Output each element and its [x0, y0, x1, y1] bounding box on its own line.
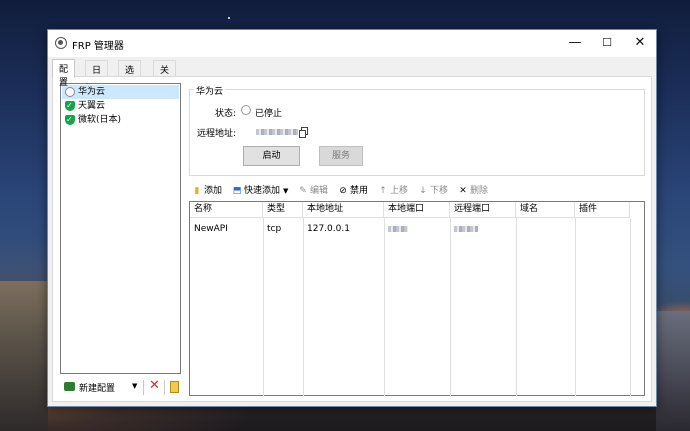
cell-remote-port-redacted — [454, 226, 478, 232]
column-header-local-port[interactable]: 本地端口 — [384, 202, 450, 218]
disable-label: 禁用 — [350, 186, 369, 196]
column-divider — [516, 218, 517, 396]
quick-add-icon: ⬒ — [232, 186, 242, 196]
toolbar-separator — [164, 380, 165, 395]
tab-config[interactable]: 配置 — [52, 59, 76, 88]
desktop-hill-left — [0, 281, 48, 431]
cell-local-port-redacted — [388, 226, 408, 232]
maximize-button[interactable]: ☐ — [591, 30, 623, 57]
config-item-huaweiyun[interactable]: 华为云 — [62, 85, 179, 99]
tab-options[interactable]: 选项 — [118, 60, 142, 89]
stopped-circle-icon — [65, 87, 75, 97]
delete-proxy-button[interactable]: ✕ 删除 — [458, 183, 488, 196]
config-item-label: 天翼云 — [78, 101, 106, 111]
cell-type: tcp — [267, 224, 282, 234]
proxy-table[interactable]: 名称 类型 本地地址 本地端口 远程端口 域名 插件 NewAPI tcp 12… — [189, 201, 645, 396]
proxy-toolbar: ▮ 添加 ⬒ 快速添加 ▼ ✎ 编辑 ⊘ 禁用 ↑ 上移 ↓ 下移 ✕ 删除 — [189, 181, 645, 199]
star — [228, 17, 230, 19]
new-config-dropdown[interactable]: ▼ — [132, 382, 137, 390]
delete-config-button[interactable]: ✕ — [149, 378, 160, 393]
column-divider — [263, 218, 264, 396]
arrow-up-icon: ↑ — [379, 186, 387, 196]
cell-name: NewAPI — [194, 224, 228, 234]
config-item-tianyiyun[interactable]: 天翼云 — [62, 99, 179, 113]
config-item-label: 华为云 — [78, 87, 106, 97]
column-divider — [450, 218, 451, 396]
config-list[interactable]: 华为云 天翼云 微软(日本) — [60, 83, 181, 374]
desktop-hill-right — [656, 311, 690, 431]
add-proxy-button[interactable]: ▮ 添加 — [192, 183, 223, 196]
folder-icon: ▮ — [194, 186, 200, 196]
group-title: 华为云 — [194, 84, 226, 97]
new-config-button[interactable]: 新建配置 — [79, 381, 115, 394]
green-shield-check-icon — [65, 99, 75, 113]
delete-label: 删除 — [470, 186, 489, 196]
config-detail-group: 华为云 状态: 已停止 远程地址: 启动 服务 — [189, 84, 645, 176]
column-header-plugin[interactable]: 插件 — [575, 202, 630, 218]
prohibit-icon: ⊘ — [339, 186, 347, 196]
config-item-microsoft-japan[interactable]: 微软(日本) — [62, 113, 179, 127]
tab-about[interactable]: 关于 — [153, 60, 177, 89]
move-up-button[interactable]: ↑ 上移 — [378, 183, 408, 196]
status-label: 状态: — [215, 109, 237, 119]
toolbar-separator — [143, 380, 144, 395]
status-value: 已停止 — [255, 109, 283, 119]
config-list-toolbar: 新建配置 ▼ ✕ — [60, 377, 181, 397]
titlebar: FRP 管理器 — ☐ ✕ — [48, 30, 656, 57]
quick-add-label: 快速添加 — [244, 186, 281, 196]
frp-manager-window: FRP 管理器 — ☐ ✕ 配置 日志 选项 关于 华为云 天翼云 微软(日本) — [47, 29, 657, 407]
config-tab-page: 华为云 天翼云 微软(日本) 新建配置 ▼ ✕ 华为云 状态: 已停止 — [52, 76, 652, 402]
service-button[interactable]: 服务 — [319, 146, 363, 166]
move-down-button[interactable]: ↓ 下移 — [418, 183, 448, 196]
column-header-name[interactable]: 名称 — [190, 202, 263, 218]
edit-icon: ✎ — [299, 186, 307, 196]
start-button[interactable]: 启动 — [243, 146, 300, 166]
column-divider — [630, 218, 631, 396]
disable-button[interactable]: ⊘ 禁用 — [338, 183, 368, 196]
add-label: 添加 — [204, 186, 223, 196]
remote-address-value-redacted — [256, 129, 298, 135]
column-divider — [384, 218, 385, 396]
close-button[interactable]: ✕ — [624, 30, 656, 57]
remote-address-label: 远程地址: — [197, 129, 237, 139]
green-shield-check-icon — [65, 113, 75, 127]
copy-icon[interactable] — [299, 127, 308, 138]
stopped-status-icon — [241, 105, 251, 115]
move-up-label: 上移 — [390, 186, 409, 196]
minimize-button[interactable]: — — [559, 30, 591, 57]
column-divider — [575, 218, 576, 396]
column-header-domain[interactable]: 域名 — [516, 202, 575, 218]
quick-add-dropdown[interactable]: ▼ — [283, 187, 288, 195]
window-title: FRP 管理器 — [72, 41, 124, 52]
app-icon — [55, 37, 67, 49]
edit-label: 编辑 — [310, 186, 329, 196]
arrow-down-icon: ↓ — [419, 186, 427, 196]
delete-x-icon: ✕ — [459, 186, 467, 196]
edit-button[interactable]: ✎ 编辑 — [298, 183, 328, 196]
cell-local-address: 127.0.0.1 — [307, 224, 350, 234]
quick-add-button[interactable]: ⬒ 快速添加 ▼ — [232, 183, 289, 196]
tab-log[interactable]: 日志 — [85, 60, 109, 89]
config-item-label: 微软(日本) — [78, 115, 122, 125]
column-header-remote-port[interactable]: 远程端口 — [450, 202, 516, 218]
column-divider — [303, 218, 304, 396]
move-down-label: 下移 — [430, 186, 449, 196]
new-config-icon — [64, 382, 75, 391]
column-header-type[interactable]: 类型 — [263, 202, 303, 218]
column-header-local-address[interactable]: 本地地址 — [303, 202, 384, 218]
archive-icon[interactable] — [170, 381, 179, 393]
